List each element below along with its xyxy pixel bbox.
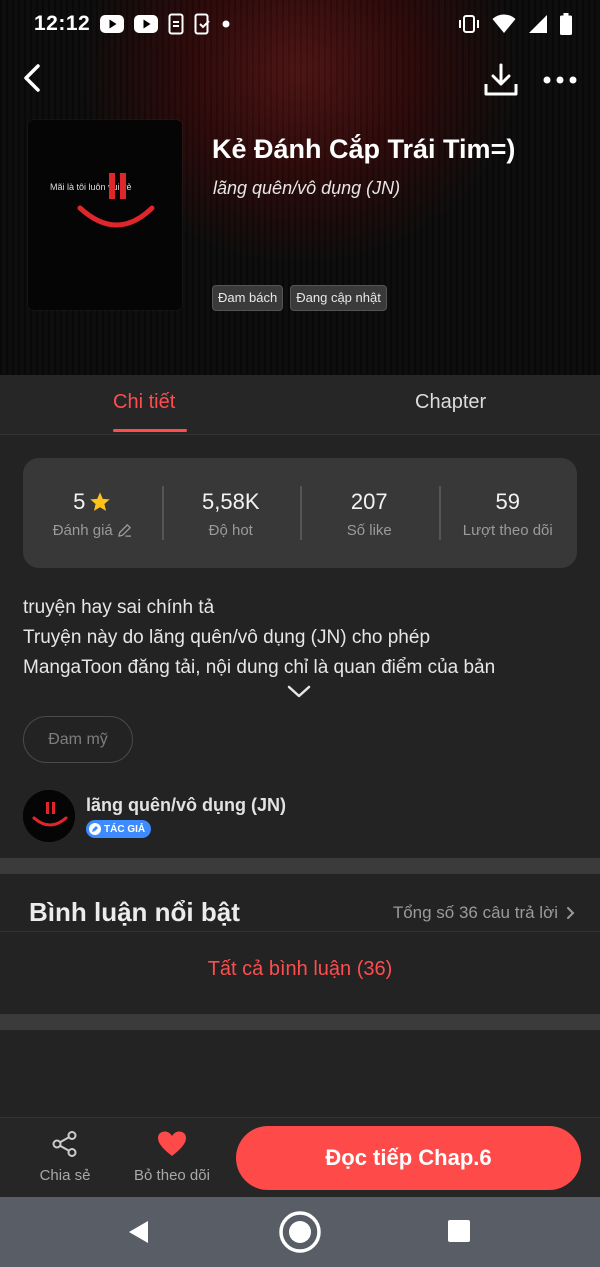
download-icon [484,63,518,96]
stat-followers-value: 59 [495,488,520,514]
tag-genre[interactable]: Đam bách [212,285,284,311]
author-avatar[interactable] [23,790,75,842]
pen-icon [89,823,101,835]
stat-followers: 59 Lượt theo dõi [438,485,578,540]
stat-hot: 5,58K Độ hot [161,485,301,540]
youtube-icon [134,15,159,33]
tag-list: Đam bách Đang cập nhật [212,285,387,311]
home-circle-icon [279,1211,321,1253]
stat-hot-label: Độ hot [208,521,253,539]
download-button[interactable] [482,62,520,98]
share-button[interactable]: Chia sẻ [30,1130,100,1184]
vibrate-icon [458,14,480,34]
system-recents-button[interactable] [447,1219,471,1248]
description-line: Truyện này do lãng quên/vô dụng (JN) cho… [23,627,431,648]
description-line: MangaToon đăng tải, nội dung chỉ là quan… [23,657,496,678]
continue-reading-button[interactable]: Đọc tiếp Chap.6 [236,1126,581,1190]
comments-total-label: Tổng số 36 câu trả lời [392,903,558,922]
stat-rating-value: 5 [73,488,86,514]
stat-hot-value: 5,58K [202,488,260,514]
tag-status[interactable]: Đang cập nhật [290,285,387,311]
section-divider [0,1014,600,1030]
more-dots-icon [543,76,577,84]
avatar-smile-art [23,790,75,842]
cover-smile-art [77,173,155,228]
star-icon [90,491,111,511]
phone-sync-icon [168,13,184,35]
author-name[interactable]: lãng quên/vô dụng (JN) [86,795,286,816]
genre-chip[interactable]: Đam mỹ [23,716,133,763]
bottom-action-bar: Chia sẻ Bỏ theo dõi Đọc tiếp Chap.6 [0,1117,600,1197]
description-line: truyện hay sai chính tả [23,597,215,618]
stats-card: 5 Đánh giá 5,58K Độ hot 207 Số like 59 L… [23,458,577,568]
stat-rating-label: Đánh giá [52,521,113,539]
share-icon [52,1131,77,1157]
unfollow-label: Bỏ theo dõi [134,1167,210,1184]
stat-likes-value: 207 [350,488,388,514]
tab-detail[interactable]: Chi tiết [113,391,175,414]
stat-followers-label: Lượt theo dõi [462,521,553,539]
battery-icon [560,13,572,35]
status-bar: 12:12 [0,0,600,48]
wifi-icon [492,14,516,34]
status-time: 12:12 [34,12,91,35]
notification-dot-icon [222,20,230,28]
square-recents-icon [448,1220,470,1242]
book-description: truyện hay sai chính tả Truyện này do lã… [23,593,579,683]
more-options-button[interactable] [540,66,580,94]
author-badge: TÁC GIẢ [86,820,152,838]
active-tab-indicator [113,429,187,432]
section-divider [0,858,600,874]
comments-title: Bình luận nổi bật [29,897,240,927]
chevron-right-icon [567,907,575,919]
youtube-icon [100,15,125,33]
unfollow-button[interactable]: Bỏ theo dõi [128,1130,216,1184]
expand-description-button[interactable] [286,684,312,700]
stat-likes: 207 Số like [300,485,439,540]
book-author[interactable]: lãng quên/vô dụng (JN) [213,178,400,199]
stat-rating[interactable]: 5 Đánh giá [23,488,162,539]
book-title: Kẻ Đánh Cắp Trái Tim=) [212,134,516,164]
share-label: Chia sẻ [39,1167,91,1184]
book-cover[interactable]: Mãi là tôi luôn vui vẻ [28,120,182,310]
signal-icon [528,14,548,34]
system-navigation-bar [0,1197,600,1267]
system-home-button[interactable] [278,1210,322,1259]
comments-total-link[interactable]: Tổng số 36 câu trả lời [393,903,575,923]
back-arrow-icon [24,64,40,92]
heart-icon [158,1131,186,1156]
chevron-down-icon [287,685,311,698]
author-badge-label: TÁC GIẢ [104,823,146,835]
tab-bar: Chi tiết Chapter [0,375,600,435]
back-button[interactable] [18,60,50,96]
comments-divider [0,931,600,932]
phone-link-icon [194,13,212,35]
stat-likes-label: Số like [346,521,392,539]
edit-pencil-icon [117,523,131,537]
all-comments-button[interactable]: Tất cả bình luận (36) [0,958,600,981]
system-back-button[interactable] [126,1219,152,1250]
triangle-back-icon [129,1221,148,1243]
tab-chapter[interactable]: Chapter [415,391,486,414]
